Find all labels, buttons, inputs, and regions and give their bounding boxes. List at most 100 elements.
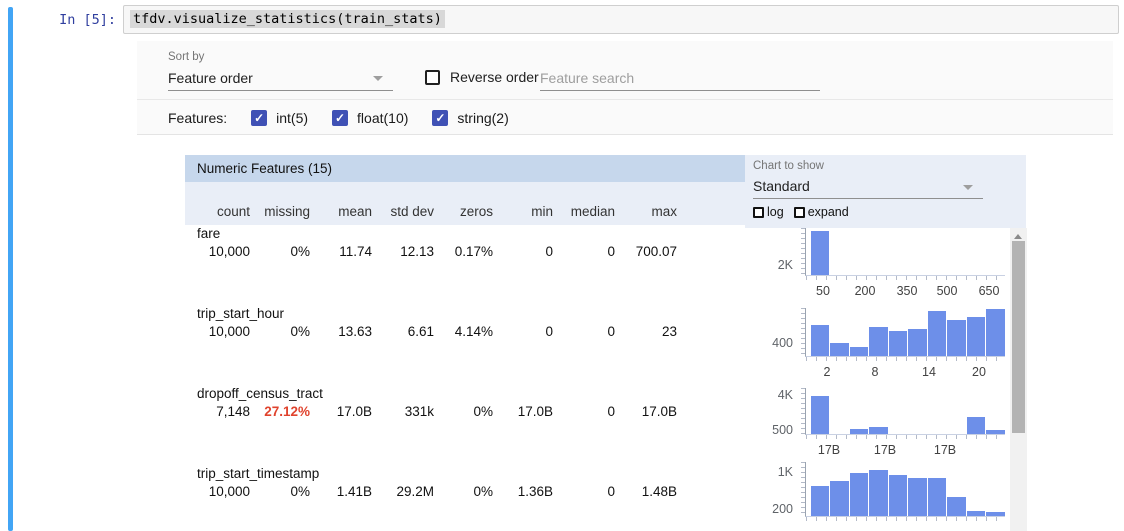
histogram-bar — [868, 427, 888, 434]
y-axis-tick-label: 2K — [745, 258, 793, 272]
x-axis-tick-label: 17B — [934, 443, 956, 457]
chart-type-value: Standard — [753, 178, 810, 194]
histogram-bar — [829, 343, 849, 356]
stat-value: 0% — [240, 244, 310, 259]
feature-type-label: float(10) — [357, 110, 408, 126]
histogram-bar — [849, 347, 869, 356]
numeric-features-table: Numeric Features (15) countmissingmeanst… — [185, 155, 745, 531]
expand-label: expand — [808, 205, 849, 219]
stat-value: 13.63 — [302, 324, 372, 339]
scrollbar-thumb[interactable] — [1012, 241, 1025, 433]
stat-value: 0 — [545, 244, 615, 259]
stat-value: 1.41B — [302, 484, 372, 499]
facets-toolbar: Sort by Feature order Reverse order Feat… — [137, 41, 1113, 135]
selected-cell-indicator — [8, 7, 13, 531]
table-row: dropoff_census_tract7,14827.12%17.0B331k… — [185, 385, 745, 465]
stat-value: 17.0B — [302, 404, 372, 419]
charts-scrollbar[interactable] — [1010, 228, 1027, 531]
sort-by-select[interactable]: Feature order — [168, 67, 393, 91]
histogram-dropoff_census_tract: 4K50017B17B17B — [745, 388, 1010, 463]
stat-value: 0 — [545, 324, 615, 339]
stat-value: 11.74 — [302, 244, 372, 259]
stat-value: 27.12% — [240, 404, 310, 419]
stat-value: 0 — [545, 484, 615, 499]
x-axis-tick-label: 2 — [824, 365, 831, 379]
y-axis-ticks — [801, 228, 805, 275]
charts-area: 2K502003505006504002814204K50017B17B17B1… — [745, 228, 1010, 531]
table-row: trip_start_timestamp10,0000%1.41B29.2M0%… — [185, 465, 745, 531]
histogram-trip_start_timestamp: 1K 200 — [745, 462, 1010, 531]
cell-prompt: In [5]: — [28, 12, 116, 28]
checkbox-unchecked-icon[interactable] — [794, 207, 805, 218]
checkbox-unchecked-icon[interactable] — [425, 70, 440, 85]
histogram-fare: 2K50200350500650 — [745, 228, 1010, 304]
histogram-bar — [849, 429, 869, 434]
feature-type-label: int(5) — [276, 110, 308, 126]
histogram-bar — [966, 417, 986, 434]
histogram-bar — [829, 481, 849, 516]
histogram-bar — [888, 331, 908, 356]
stat-value: 1.36B — [483, 484, 553, 499]
histogram-trip_start_hour: 400281420 — [745, 308, 1010, 385]
histogram-bar — [927, 478, 947, 516]
y-axis-ticks — [801, 462, 805, 516]
histogram-bar — [985, 309, 1005, 356]
x-axis-tick-label: 350 — [897, 284, 918, 298]
column-header: median — [545, 204, 615, 219]
checkbox-checked-icon[interactable]: ✓ — [251, 110, 267, 126]
feature-search-input[interactable] — [540, 65, 820, 91]
histogram-bar — [946, 320, 966, 356]
stat-value: 23 — [607, 324, 677, 339]
y-axis-tick-label: 1K — [745, 465, 793, 479]
x-axis-ticks — [806, 517, 1005, 521]
scroll-up-arrow-icon[interactable] — [1014, 234, 1022, 239]
y-axis-tick-label: 200 — [745, 502, 793, 516]
histogram-bar — [927, 311, 947, 356]
chevron-down-icon[interactable] — [373, 76, 383, 81]
y-axis-ticks — [801, 388, 805, 434]
chart-type-select[interactable]: Standard — [753, 176, 983, 199]
x-axis-tick-label: 200 — [855, 284, 876, 298]
expand-checkbox[interactable]: expand — [794, 205, 849, 219]
code-text[interactable]: tfdv.visualize_statistics(train_stats) — [130, 10, 445, 28]
histogram-bar — [985, 512, 1005, 516]
x-axis-tick-label: 650 — [979, 284, 1000, 298]
feature-name: trip_start_hour — [197, 306, 284, 321]
histogram-bar — [810, 231, 830, 275]
histogram-bar — [849, 473, 869, 516]
sort-by-label: Sort by — [168, 51, 204, 63]
stat-value: 0% — [240, 324, 310, 339]
x-axis-tick-label: 17B — [874, 443, 896, 457]
stat-value: 17.0B — [607, 404, 677, 419]
y-axis-tick-label: 500 — [745, 423, 793, 437]
chart-plot-area — [805, 462, 1005, 517]
feature-name: trip_start_timestamp — [197, 466, 319, 481]
x-axis-tick-label: 50 — [816, 284, 830, 298]
chart-checkbox-row: log expand — [753, 205, 849, 219]
code-input-area[interactable]: tfdv.visualize_statistics(train_stats) — [123, 5, 1119, 34]
feature-type-filter-1[interactable]: ✓ float(10) — [332, 110, 408, 126]
feature-type-filter-2[interactable]: ✓ string(2) — [432, 110, 508, 126]
x-axis-ticks — [806, 276, 1005, 280]
y-axis-tick-label: 4K — [745, 388, 793, 402]
column-header: missing — [240, 204, 310, 219]
feature-type-label: string(2) — [457, 110, 508, 126]
notebook-page: In [5]: tfdv.visualize_statistics(train_… — [0, 0, 1124, 531]
feature-name: fare — [197, 226, 220, 241]
chart-to-show-label: Chart to show — [753, 160, 824, 172]
histogram-bar — [907, 478, 927, 516]
checkbox-unchecked-icon[interactable] — [753, 207, 764, 218]
stat-value: 0% — [240, 484, 310, 499]
log-checkbox[interactable]: log — [753, 205, 784, 219]
x-axis-ticks — [806, 357, 1005, 361]
stat-value: 700.07 — [607, 244, 677, 259]
histogram-bar — [810, 325, 830, 356]
chevron-down-icon[interactable] — [963, 185, 973, 190]
reverse-order-checkbox[interactable]: Reverse order — [425, 69, 539, 85]
stat-value: 0 — [545, 404, 615, 419]
checkbox-checked-icon[interactable]: ✓ — [432, 110, 448, 126]
feature-type-filter-0[interactable]: ✓ int(5) — [251, 110, 308, 126]
feature-name: dropoff_census_tract — [197, 386, 323, 401]
histogram-bar — [966, 511, 986, 516]
checkbox-checked-icon[interactable]: ✓ — [332, 110, 348, 126]
